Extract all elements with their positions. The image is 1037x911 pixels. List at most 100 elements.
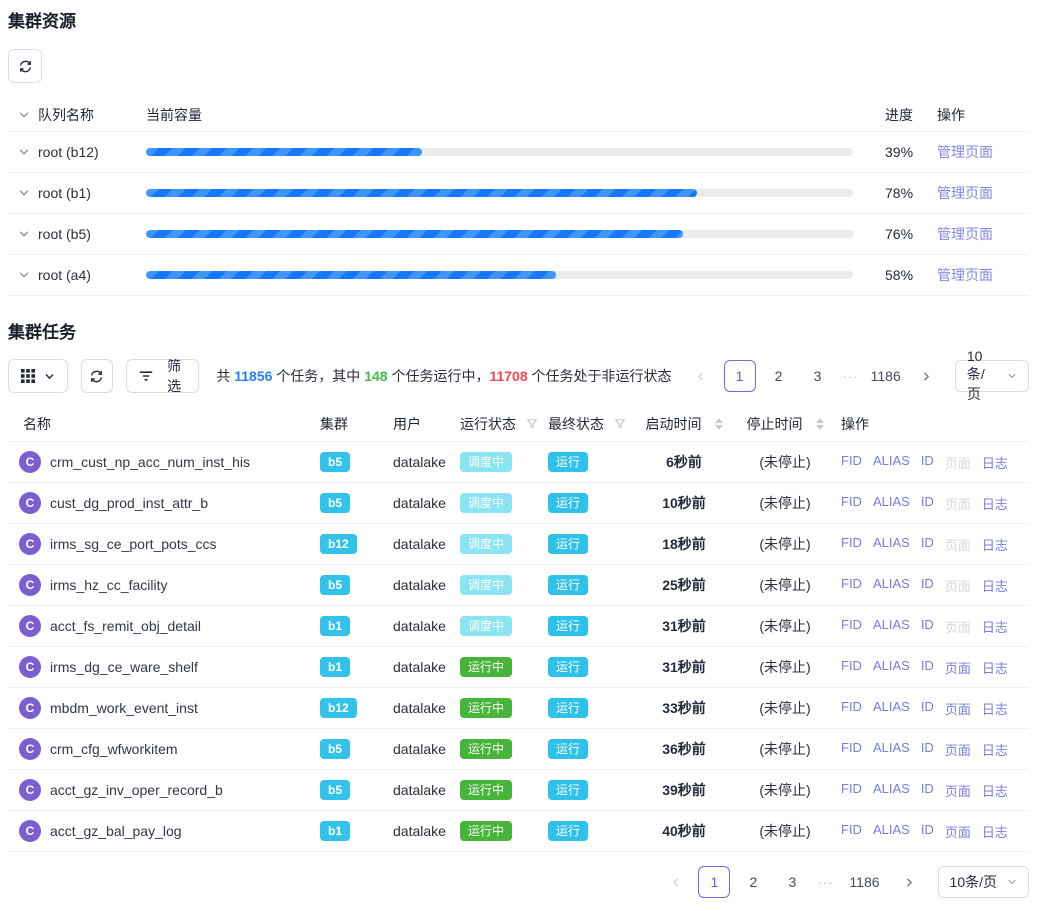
- action-fid-link[interactable]: FID: [841, 781, 862, 800]
- layout-grid-button[interactable]: [8, 359, 68, 393]
- action-log-link[interactable]: 日志: [982, 576, 1008, 595]
- next-page-button[interactable]: [911, 360, 943, 392]
- task-actions: FIDALIASID页面日志: [835, 453, 1029, 472]
- page-size-select[interactable]: 10条/页: [955, 360, 1029, 392]
- action-log-link[interactable]: 日志: [982, 494, 1008, 513]
- action-id-link[interactable]: ID: [921, 699, 934, 718]
- action-alias-link[interactable]: ALIAS: [873, 740, 910, 759]
- action-id-link[interactable]: ID: [921, 453, 934, 472]
- final-status-badge: 运行: [548, 616, 588, 636]
- action-log-link[interactable]: 日志: [982, 699, 1008, 718]
- page-2-button[interactable]: 2: [737, 866, 769, 898]
- task-actions: FID ALIAS ID 页面日志: [835, 740, 1029, 759]
- final-status-filter-icon[interactable]: [614, 418, 626, 430]
- pagination-top: 1 2 3 ··· 1186 10条/页: [685, 360, 1029, 392]
- run-status-badge: 调度中: [460, 575, 512, 595]
- action-id-link[interactable]: ID: [921, 822, 934, 841]
- action-id-link[interactable]: ID: [921, 535, 934, 554]
- queue-manage-link[interactable]: 管理页面: [937, 267, 993, 283]
- run-status-filter-icon[interactable]: [526, 418, 538, 430]
- action-fid-link[interactable]: FID: [841, 740, 862, 759]
- action-page-link: 页面: [945, 576, 971, 595]
- action-id-link[interactable]: ID: [921, 494, 934, 513]
- non-running-task-count: 11708: [489, 368, 527, 384]
- stop-time: (未停止): [735, 534, 835, 554]
- action-fid-link[interactable]: FID: [841, 658, 862, 677]
- task-row: C irms_sg_ce_port_pots_ccs b12 datalake …: [8, 524, 1029, 565]
- queue-manage-link[interactable]: 管理页面: [937, 226, 993, 242]
- next-page-button[interactable]: [894, 866, 926, 898]
- action-fid-link[interactable]: FID: [841, 453, 862, 472]
- queue-manage-link[interactable]: 管理页面: [937, 144, 993, 160]
- action-fid-link[interactable]: FID: [841, 576, 862, 595]
- action-alias-link[interactable]: ALIAS: [873, 453, 910, 472]
- action-log-link[interactable]: 日志: [982, 535, 1008, 554]
- action-log-link[interactable]: 日志: [982, 453, 1008, 472]
- expand-queue-icon[interactable]: [18, 228, 30, 240]
- refresh-tasks-button[interactable]: [81, 359, 113, 393]
- action-fid-link[interactable]: FID: [841, 494, 862, 513]
- task-user: datalake: [386, 536, 453, 552]
- expand-queue-icon[interactable]: [18, 146, 30, 158]
- prev-page-button[interactable]: [685, 360, 717, 392]
- action-fid-link[interactable]: FID: [841, 535, 862, 554]
- action-page-link[interactable]: 页面: [945, 658, 971, 677]
- action-fid-link[interactable]: FID: [841, 699, 862, 718]
- page-3-button[interactable]: 3: [802, 360, 834, 392]
- action-alias-link[interactable]: ALIAS: [873, 494, 910, 513]
- page-1-button[interactable]: 1: [724, 360, 756, 392]
- action-alias-link[interactable]: ALIAS: [873, 781, 910, 800]
- task-user: datalake: [386, 454, 453, 470]
- queue-table: 队列名称 当前容量 进度 操作 root (b12) 39% 管理页面: [8, 98, 1029, 296]
- action-page-link[interactable]: 页面: [945, 781, 971, 800]
- start-time-sorter-icon[interactable]: [715, 418, 723, 430]
- action-id-link[interactable]: ID: [921, 781, 934, 800]
- prev-page-button[interactable]: [659, 866, 691, 898]
- refresh-resources-button[interactable]: [8, 49, 42, 83]
- running-task-count: 148: [364, 368, 387, 384]
- cluster-tasks-section: 集群任务: [8, 323, 1029, 898]
- summary-suffix: 个任务处于非运行状态: [528, 368, 672, 384]
- action-id-link[interactable]: ID: [921, 740, 934, 759]
- action-id-link[interactable]: ID: [921, 658, 934, 677]
- stop-time-sorter-icon[interactable]: [816, 418, 824, 430]
- action-log-link[interactable]: 日志: [982, 740, 1008, 759]
- expand-queue-icon[interactable]: [18, 187, 30, 199]
- action-log-link[interactable]: 日志: [982, 781, 1008, 800]
- action-log-link[interactable]: 日志: [982, 822, 1008, 841]
- page-2-button[interactable]: 2: [763, 360, 795, 392]
- page-size-select[interactable]: 10条/页: [938, 866, 1029, 898]
- action-page-link[interactable]: 页面: [945, 699, 971, 718]
- action-alias-link[interactable]: ALIAS: [873, 576, 910, 595]
- action-alias-link[interactable]: ALIAS: [873, 617, 910, 636]
- task-row: C mbdm_work_event_inst b12 datalake 运行中 …: [8, 688, 1029, 729]
- col-queue-name: 队列名称: [38, 105, 94, 125]
- action-log-link[interactable]: 日志: [982, 617, 1008, 636]
- action-id-link[interactable]: ID: [921, 576, 934, 595]
- queue-progress-track: [146, 189, 853, 197]
- page-3-button[interactable]: 3: [776, 866, 808, 898]
- action-alias-link[interactable]: ALIAS: [873, 535, 910, 554]
- queue-manage-link[interactable]: 管理页面: [937, 185, 993, 201]
- action-page-link[interactable]: 页面: [945, 740, 971, 759]
- filter-button[interactable]: 筛选: [126, 359, 200, 393]
- action-fid-link[interactable]: FID: [841, 617, 862, 636]
- action-page-link[interactable]: 页面: [945, 822, 971, 841]
- action-fid-link[interactable]: FID: [841, 822, 862, 841]
- page-last-button[interactable]: 1186: [842, 866, 886, 898]
- page-ellipsis[interactable]: ···: [841, 369, 861, 384]
- action-log-link[interactable]: 日志: [982, 658, 1008, 677]
- expand-queue-icon[interactable]: [18, 269, 30, 281]
- task-avatar: C: [19, 574, 41, 596]
- col-current-capacity: 当前容量: [146, 105, 875, 125]
- action-alias-link[interactable]: ALIAS: [873, 699, 910, 718]
- task-row: C acct_fs_remit_obj_detail b1 datalake 调…: [8, 606, 1029, 647]
- action-alias-link[interactable]: ALIAS: [873, 658, 910, 677]
- collapse-all-icon[interactable]: [18, 109, 30, 121]
- run-status-badge: 运行中: [460, 698, 512, 718]
- action-alias-link[interactable]: ALIAS: [873, 822, 910, 841]
- page-1-button[interactable]: 1: [698, 866, 730, 898]
- page-ellipsis[interactable]: ···: [815, 875, 835, 890]
- action-id-link[interactable]: ID: [921, 617, 934, 636]
- page-last-button[interactable]: 1186: [868, 360, 904, 392]
